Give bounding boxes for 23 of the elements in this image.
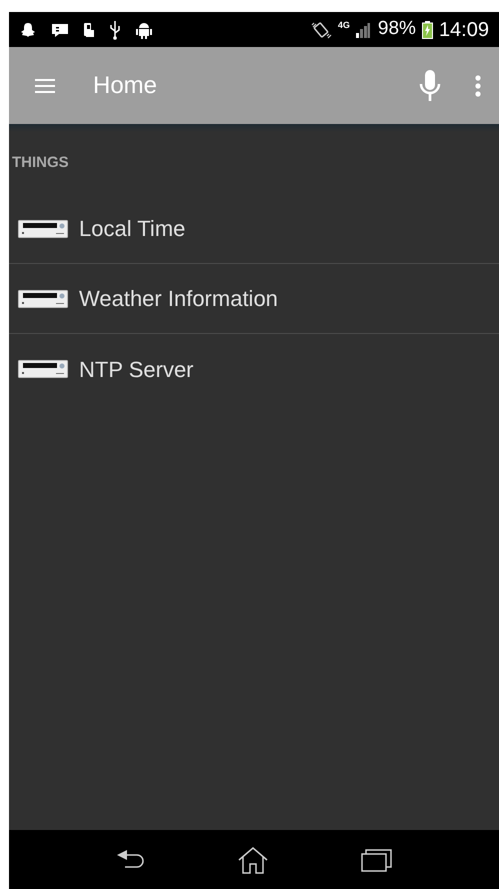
app-bar-title: Home: [93, 70, 158, 100]
device-icon: [18, 220, 68, 238]
signal-icon: [356, 22, 370, 38]
vibrate-icon: [310, 20, 332, 38]
device-icon: [18, 290, 68, 308]
microphone-icon[interactable]: [419, 70, 441, 102]
home-icon[interactable]: [237, 846, 269, 874]
phone-icon: [83, 20, 95, 38]
ghost-icon: [19, 20, 37, 38]
back-icon[interactable]: [115, 848, 145, 870]
menu-icon[interactable]: [35, 78, 55, 94]
battery-percentage: 98%: [378, 17, 416, 42]
recent-apps-icon[interactable]: [361, 848, 393, 872]
network-type: 4G: [338, 20, 350, 30]
list-item[interactable]: NTP Server: [9, 334, 499, 404]
clock: 14:09: [438, 18, 489, 42]
more-options-icon[interactable]: [475, 74, 481, 96]
usb-icon: [109, 20, 121, 40]
list-item[interactable]: Local Time: [9, 194, 499, 264]
section-header: THINGS: [11, 153, 70, 173]
list-item[interactable]: Weather Information: [9, 264, 499, 334]
device-icon: [18, 360, 68, 378]
battery-icon: [422, 20, 433, 38]
